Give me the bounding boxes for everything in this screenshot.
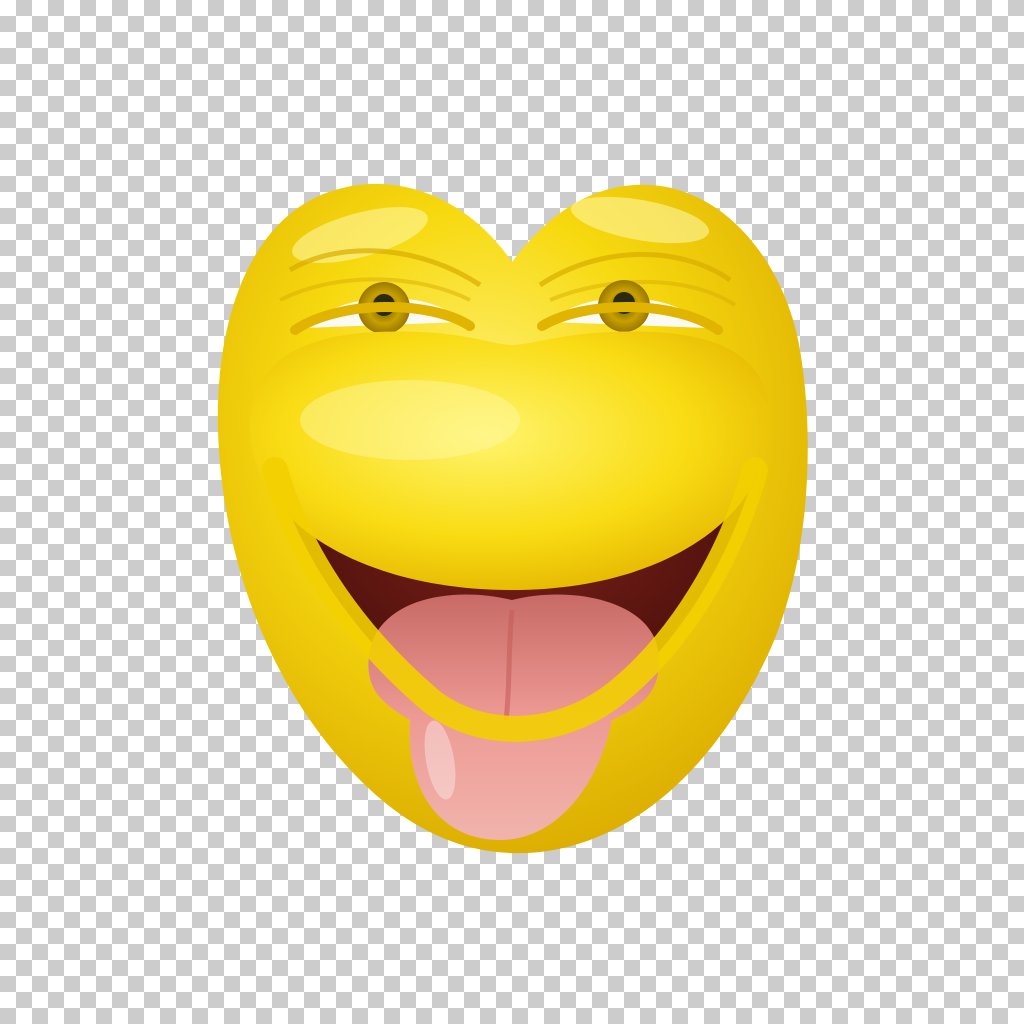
laughing-tongue-out-emoji-icon	[217, 183, 808, 854]
muzzle-shine	[300, 380, 520, 460]
transparency-checkerboard-background	[0, 0, 1024, 1024]
